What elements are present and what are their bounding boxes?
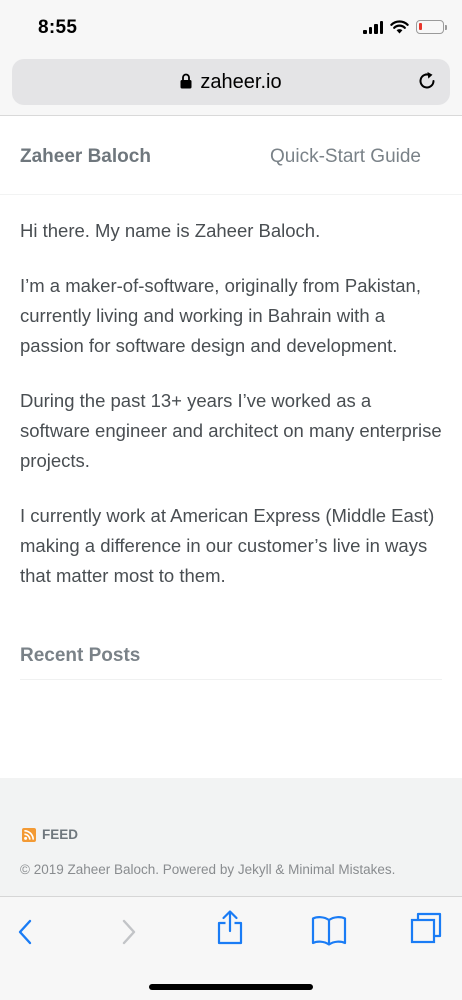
back-icon[interactable] xyxy=(16,919,36,945)
nav-link-quick-start[interactable]: Quick-Start Guide xyxy=(270,146,421,168)
bookmarks-icon[interactable] xyxy=(311,915,347,947)
status-time: 8:55 xyxy=(38,17,78,38)
rss-icon xyxy=(22,827,36,842)
section-divider xyxy=(20,679,442,680)
share-icon[interactable] xyxy=(215,909,245,945)
status-bar: 8:55 xyxy=(0,0,462,56)
recent-posts-title: Recent Posts xyxy=(20,645,141,666)
site-title[interactable]: Zaheer Baloch xyxy=(20,146,151,168)
address-bar-area: zaheer.io xyxy=(0,56,462,116)
masthead: Zaheer Baloch Quick-Start Guide xyxy=(0,117,462,195)
feed-link[interactable]: FEED xyxy=(22,827,78,842)
url-display[interactable]: zaheer.io xyxy=(12,71,450,94)
forward-icon[interactable] xyxy=(118,919,138,945)
copyright-text: © 2019 Zaheer Baloch. Powered by Jekyll … xyxy=(20,862,396,877)
tabs-icon[interactable] xyxy=(409,911,443,945)
intro-paragraph: Hi there. My name is Zaheer Baloch. xyxy=(20,220,321,241)
feed-label: FEED xyxy=(42,827,79,842)
reload-icon[interactable] xyxy=(416,70,438,92)
cellular-signal-icon xyxy=(363,20,383,34)
current-work-paragraph: I currently work at American Express (Mi… xyxy=(20,505,435,586)
wifi-icon xyxy=(390,20,409,34)
main-content: Hi there. My name is Zaheer Baloch. I’m … xyxy=(20,216,445,616)
page-footer: FEED © 2019 Zaheer Baloch. Powered by Je… xyxy=(0,778,462,896)
status-indicators xyxy=(363,20,447,34)
address-bar[interactable]: zaheer.io xyxy=(12,59,450,105)
battery-level xyxy=(419,23,422,30)
home-indicator[interactable] xyxy=(149,984,313,990)
experience-paragraph: During the past 13+ years I’ve worked as… xyxy=(20,390,442,471)
battery-icon xyxy=(416,20,447,34)
bio-paragraph: I’m a maker-of-software, originally from… xyxy=(20,275,421,356)
url-text: zaheer.io xyxy=(200,71,282,93)
lock-icon xyxy=(180,73,192,89)
